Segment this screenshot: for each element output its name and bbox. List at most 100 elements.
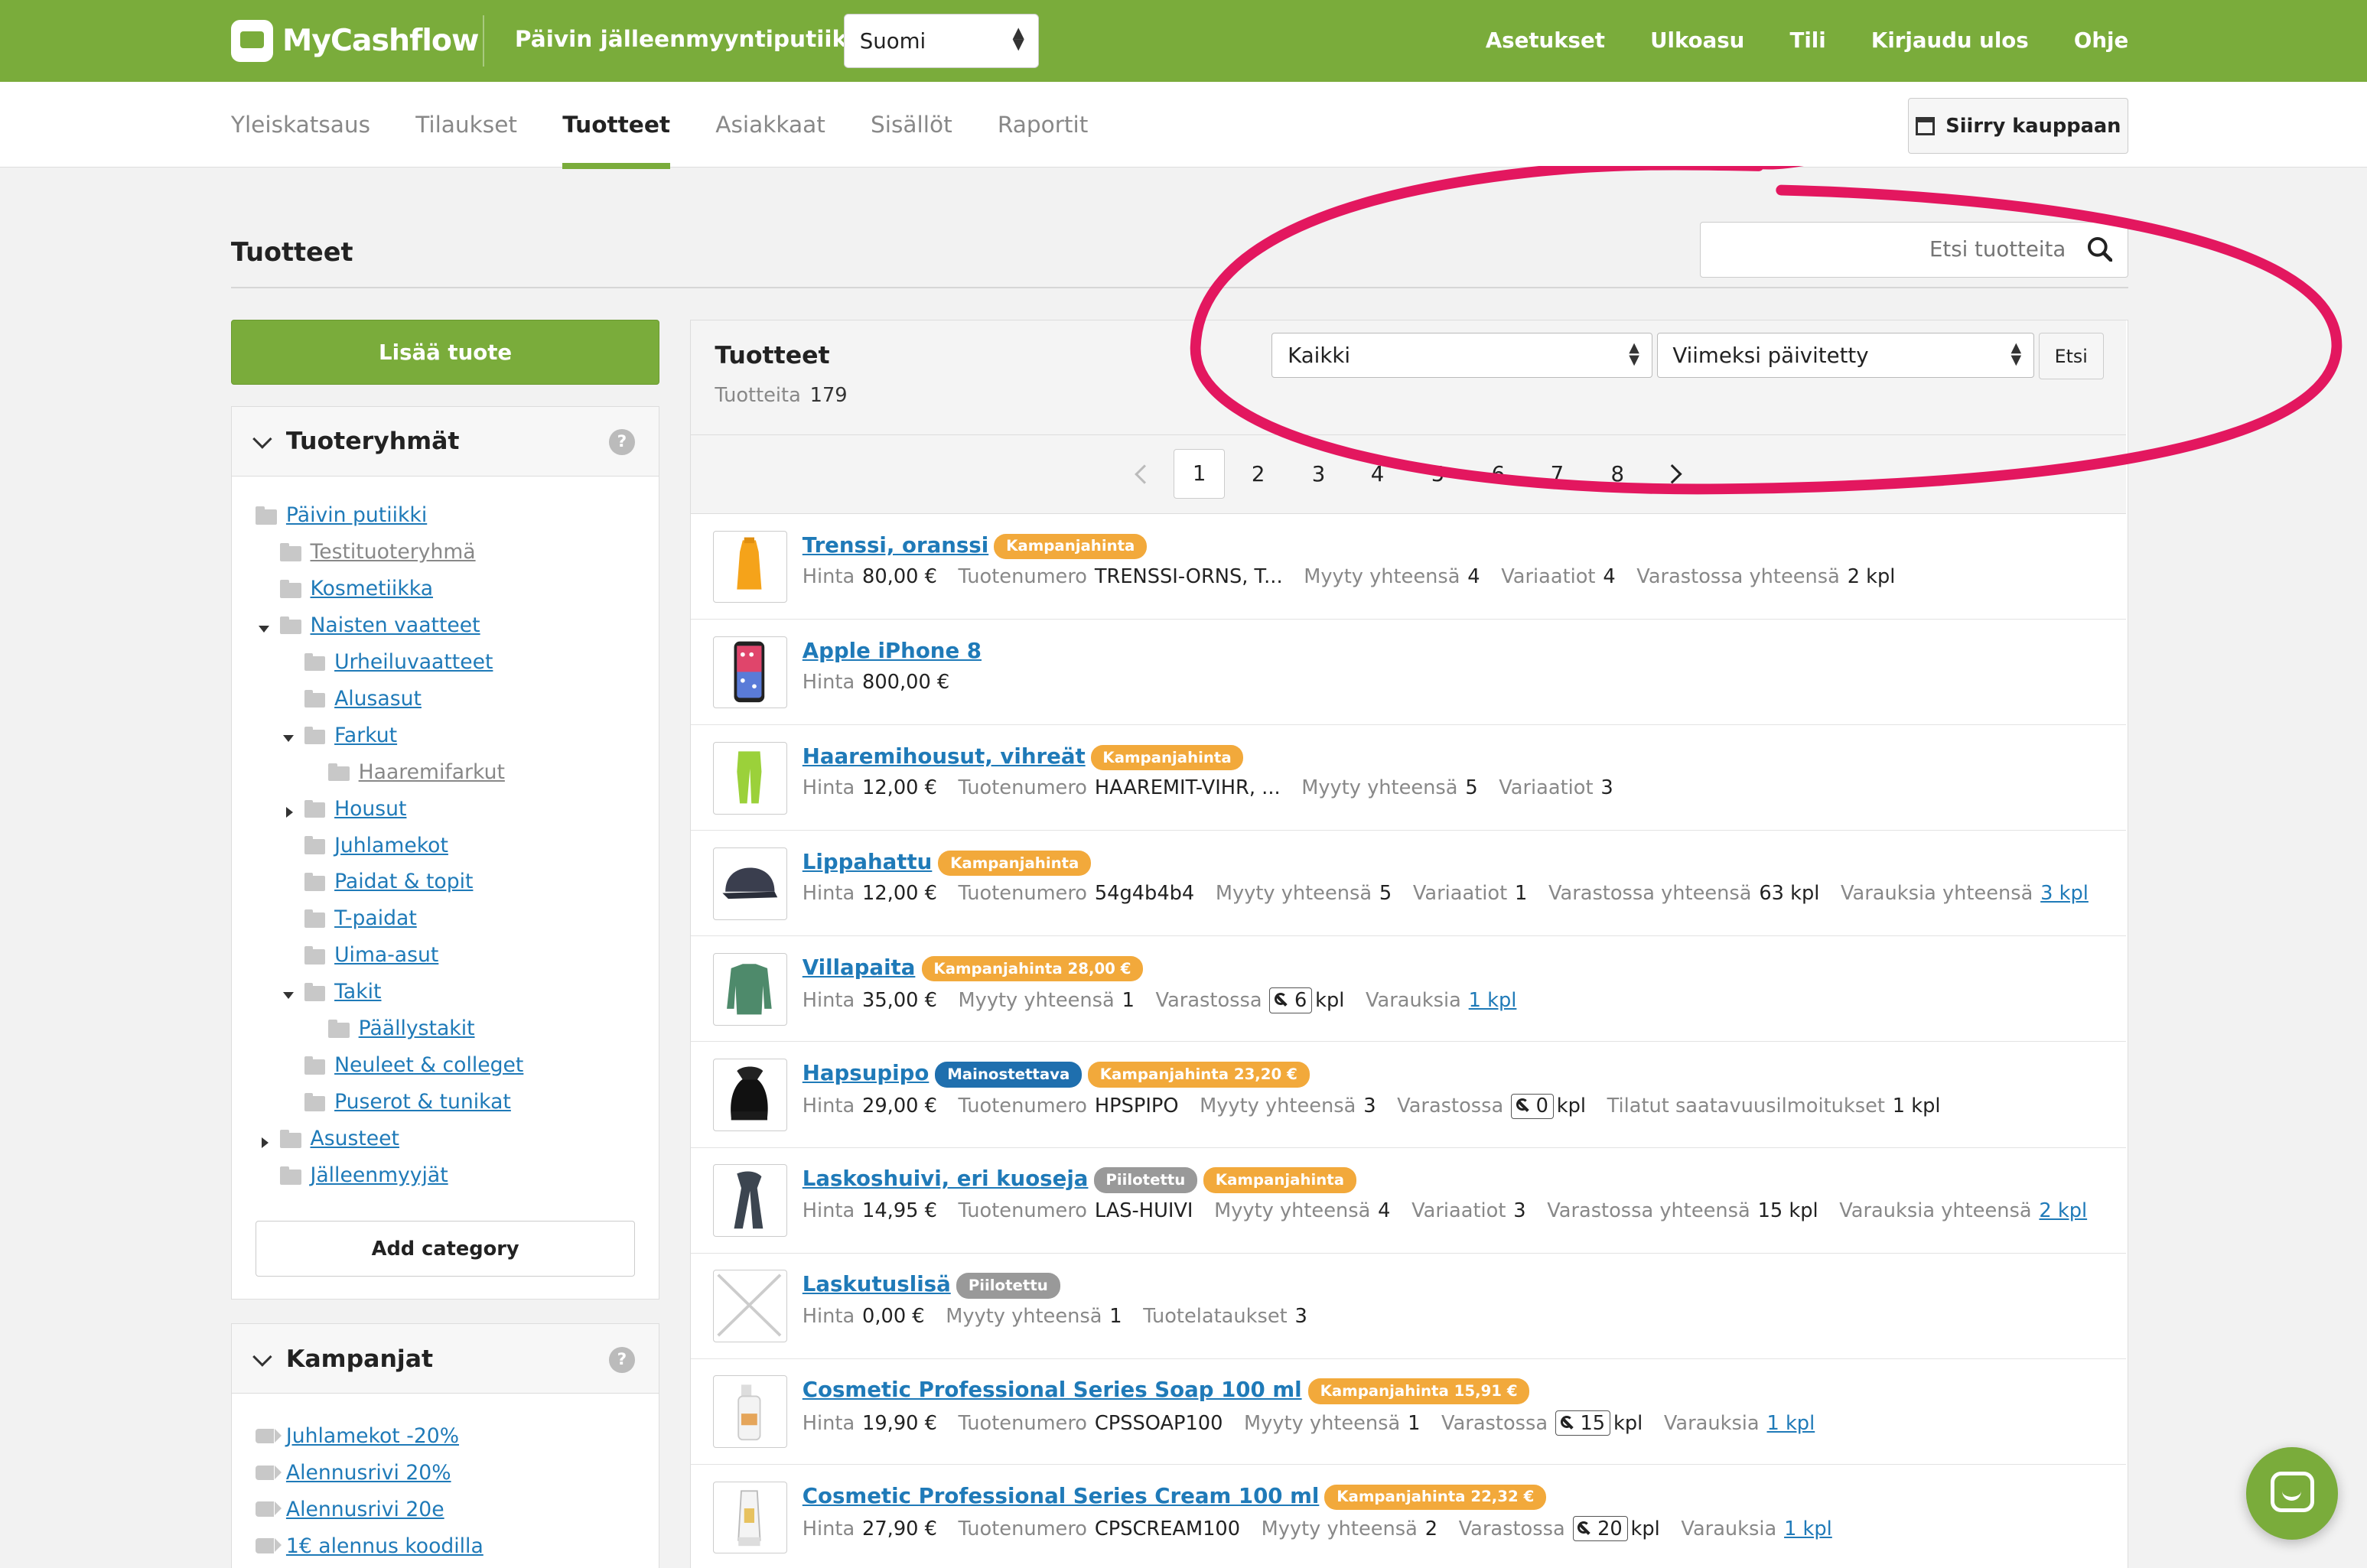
stock-edit-button[interactable]: 6	[1269, 987, 1313, 1013]
category-label[interactable]: Kosmetiikka	[310, 577, 433, 600]
reservations-link[interactable]: 1 kpl	[1767, 1412, 1815, 1435]
tab-sisällöt[interactable]: Sisällöt	[871, 112, 952, 168]
category-label[interactable]: Asusteet	[310, 1127, 399, 1150]
category-label[interactable]: Urheiluvaatteet	[334, 650, 493, 674]
chevron-right-icon[interactable]	[1662, 464, 1682, 484]
help-icon[interactable]: ?	[609, 1347, 635, 1373]
goto-shop-button[interactable]: Siirry kauppaan	[1908, 98, 2129, 155]
category-label[interactable]: Juhlamekot	[334, 834, 448, 857]
product-image[interactable]	[713, 1059, 788, 1131]
product-name-link[interactable]: Cosmetic Professional Series Soap 100 ml	[803, 1377, 1302, 1402]
reservations-link[interactable]: 1 kpl	[1784, 1518, 1832, 1540]
campaign-label[interactable]: Juhlamekot -20%	[286, 1424, 459, 1448]
category-item[interactable]: Testituoteryhmä	[232, 540, 659, 577]
category-item[interactable]: Haaremifarkut	[232, 760, 659, 797]
product-name-link[interactable]: Laskoshuivi, eri kuoseja	[803, 1166, 1089, 1191]
top-link[interactable]: Ohje	[2074, 28, 2128, 53]
category-item[interactable]: Urheiluvaatteet	[232, 650, 659, 687]
caret-right-icon[interactable]	[285, 807, 293, 818]
product-name-link[interactable]: Haaremihousut, vihreät	[803, 743, 1086, 769]
language-select[interactable]: Suomi ▲ ▼	[844, 13, 1039, 68]
category-item[interactable]: Juhlamekot	[232, 834, 659, 870]
caret-down-icon[interactable]	[282, 735, 294, 742]
product-image[interactable]	[713, 1481, 788, 1554]
top-link[interactable]: Ulkoasu	[1650, 28, 1744, 53]
search-button[interactable]: Etsi	[2038, 333, 2104, 380]
top-link[interactable]: Tili	[1790, 28, 1826, 53]
category-label[interactable]: Takit	[334, 980, 381, 1004]
page-7[interactable]: 7	[1532, 449, 1583, 499]
category-item[interactable]: Paidat & topit	[232, 870, 659, 906]
category-item[interactable]: Alusasut	[232, 687, 659, 724]
category-label[interactable]: T-paidat	[334, 906, 417, 930]
caret-down-icon[interactable]	[282, 992, 294, 999]
campaign-item[interactable]: Juhlamekot -20%	[232, 1424, 659, 1461]
page-3[interactable]: 3	[1293, 449, 1344, 499]
category-label[interactable]: Testituoteryhmä	[310, 540, 475, 564]
campaign-label[interactable]: Alennusrivi 20e	[286, 1498, 444, 1521]
product-image[interactable]	[713, 741, 788, 815]
product-name-link[interactable]: Cosmetic Professional Series Cream 100 m…	[803, 1483, 1320, 1508]
page-8[interactable]: 8	[1592, 449, 1643, 499]
tab-yleiskatsaus[interactable]: Yleiskatsaus	[231, 112, 370, 168]
product-image[interactable]	[713, 847, 788, 920]
category-label[interactable]: Päivin putiikki	[286, 503, 427, 527]
category-item[interactable]: T-paidat	[232, 906, 659, 943]
page-2[interactable]: 2	[1232, 449, 1284, 499]
search-icon[interactable]	[2087, 236, 2113, 262]
stock-edit-button[interactable]: 15	[1555, 1410, 1611, 1436]
category-label[interactable]: Puserot & tunikat	[334, 1090, 511, 1114]
sort-select[interactable]: Viimeksi päivitetty ▲ ▼	[1656, 333, 2034, 379]
product-image[interactable]	[713, 636, 788, 709]
category-label[interactable]: Farkut	[334, 724, 397, 747]
reservations-link[interactable]: 3 kpl	[2040, 882, 2089, 905]
search-input[interactable]	[1700, 223, 2079, 276]
product-name-link[interactable]: Hapsupipo	[803, 1060, 930, 1085]
chat-button[interactable]	[2246, 1447, 2339, 1540]
campaign-item[interactable]: Alennusrivi 20%	[232, 1461, 659, 1498]
category-item[interactable]: Takit	[232, 980, 659, 1017]
category-label[interactable]: Uima-asut	[334, 943, 438, 967]
category-label[interactable]: Haaremifarkut	[359, 760, 505, 784]
category-item[interactable]: Jälleenmyyjät	[232, 1163, 659, 1200]
page-1[interactable]: 1	[1174, 449, 1226, 499]
top-link[interactable]: Kirjaudu ulos	[1871, 28, 2029, 53]
caret-right-icon[interactable]	[262, 1137, 269, 1148]
category-label[interactable]: Alusasut	[334, 687, 422, 711]
page-6[interactable]: 6	[1473, 449, 1524, 499]
product-image[interactable]	[713, 1164, 788, 1237]
category-label[interactable]: Jälleenmyyjät	[310, 1163, 448, 1187]
product-image[interactable]	[713, 1375, 788, 1449]
reservations-link[interactable]: 2 kpl	[2039, 1199, 2087, 1222]
product-image[interactable]	[713, 530, 788, 603]
campaign-label[interactable]: Alennusrivi 20%	[286, 1461, 451, 1485]
product-name-link[interactable]: Trenssi, oranssi	[803, 532, 988, 558]
caret-down-icon[interactable]	[259, 625, 270, 633]
category-label[interactable]: Housut	[334, 797, 406, 821]
product-name-link[interactable]: Apple iPhone 8	[803, 638, 982, 663]
product-name-link[interactable]: Laskutuslisä	[803, 1271, 951, 1296]
product-image[interactable]	[713, 953, 788, 1026]
page-5[interactable]: 5	[1412, 449, 1464, 499]
category-label[interactable]: Päällystakit	[359, 1017, 475, 1040]
category-label[interactable]: Naisten vaatteet	[310, 613, 480, 637]
campaign-label[interactable]: 1€ alennus koodilla	[286, 1534, 483, 1558]
add-category-button[interactable]: Add category	[256, 1221, 635, 1277]
category-item[interactable]: Naisten vaatteet	[232, 613, 659, 650]
stock-edit-button[interactable]: 0	[1511, 1093, 1554, 1120]
reservations-link[interactable]: 1 kpl	[1469, 989, 1517, 1012]
category-item[interactable]: Päivin putiikki	[232, 503, 659, 540]
campaigns-header[interactable]: Kampanjat ?	[231, 1324, 659, 1394]
tab-asiakkaat[interactable]: Asiakkaat	[715, 112, 825, 168]
category-item[interactable]: Asusteet	[232, 1127, 659, 1163]
product-name-link[interactable]: Lippahattu	[803, 849, 933, 874]
category-item[interactable]: Farkut	[232, 724, 659, 760]
product-name-link[interactable]: Villapaita	[803, 955, 916, 980]
tab-tilaukset[interactable]: Tilaukset	[415, 112, 517, 168]
category-item[interactable]: Uima-asut	[232, 943, 659, 980]
top-link[interactable]: Asetukset	[1486, 28, 1605, 53]
category-item[interactable]: Housut	[232, 797, 659, 834]
category-item[interactable]: Neuleet & colleget	[232, 1053, 659, 1090]
tab-raportit[interactable]: Raportit	[998, 112, 1088, 168]
stock-edit-button[interactable]: 20	[1572, 1515, 1628, 1542]
